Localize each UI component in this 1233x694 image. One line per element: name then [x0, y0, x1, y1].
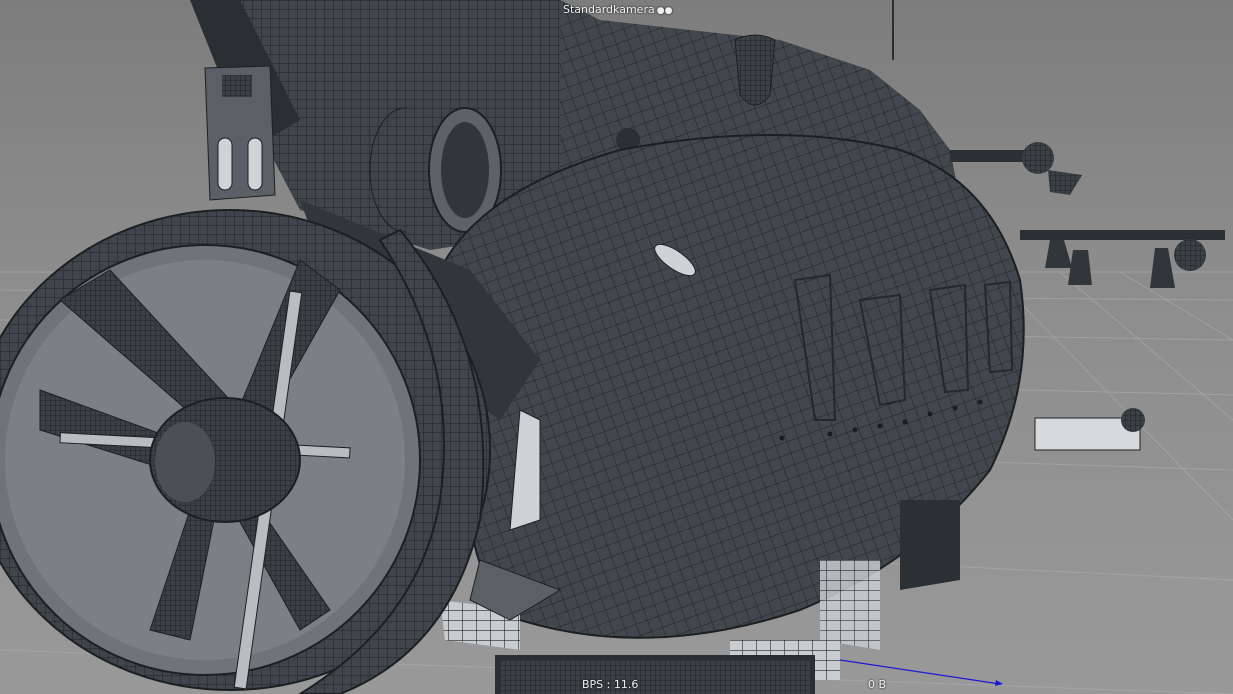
viewport-scene	[0, 0, 1233, 694]
camera-name: Standardkamera	[563, 3, 655, 16]
camera-dots-icon[interactable]: ●●	[657, 6, 673, 16]
camera-label[interactable]: Standardkamera ●●	[563, 3, 672, 16]
memory-readout: 0 B	[868, 678, 887, 691]
3d-viewport[interactable]: Standardkamera ●● BPS : 11.6 0 B	[0, 0, 1233, 694]
fps-readout: BPS : 11.6	[582, 678, 639, 691]
